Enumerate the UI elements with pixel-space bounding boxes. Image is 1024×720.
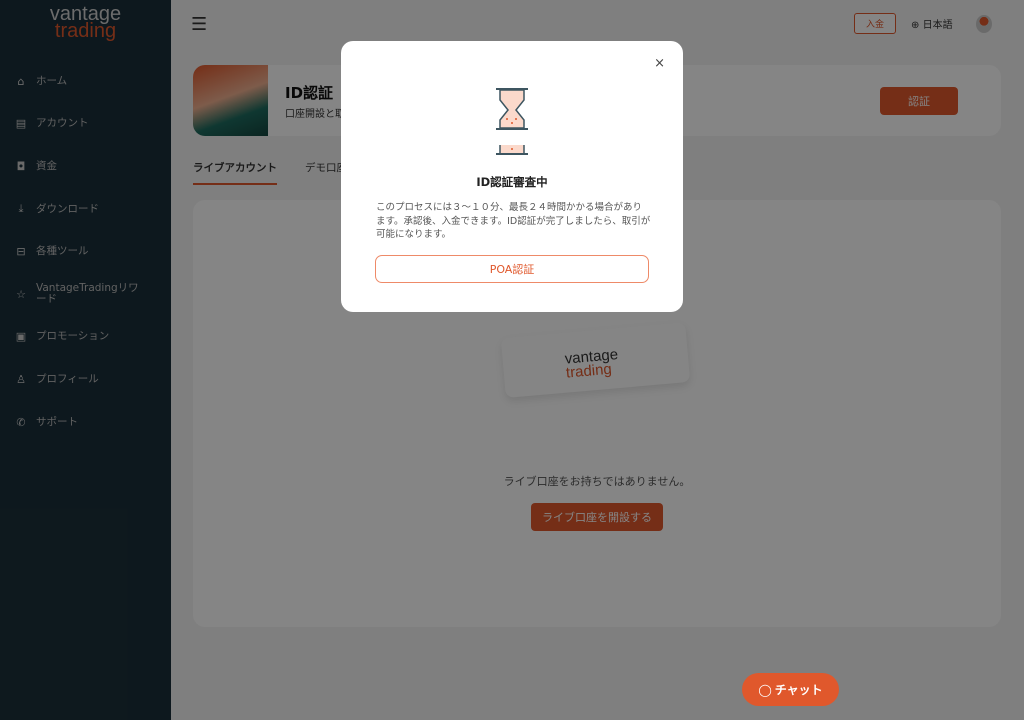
modal-description: このプロセスには３〜１０分、最長２４時間かかる場合があります。承認後、入金できま… [376,202,651,240]
poa-verification-button[interactable]: POA認証 [375,255,649,283]
hourglass-icon [496,88,528,155]
verification-modal: × ID認証審査中 このプロセスには３〜１０分、最長２４時間かかる場合があります… [341,41,683,312]
chat-bubble-icon: ◯ [758,682,772,697]
chat-button[interactable]: ◯ チャット [742,673,839,706]
close-icon[interactable]: × [654,56,665,71]
modal-title: ID認証審査中 [476,175,548,189]
